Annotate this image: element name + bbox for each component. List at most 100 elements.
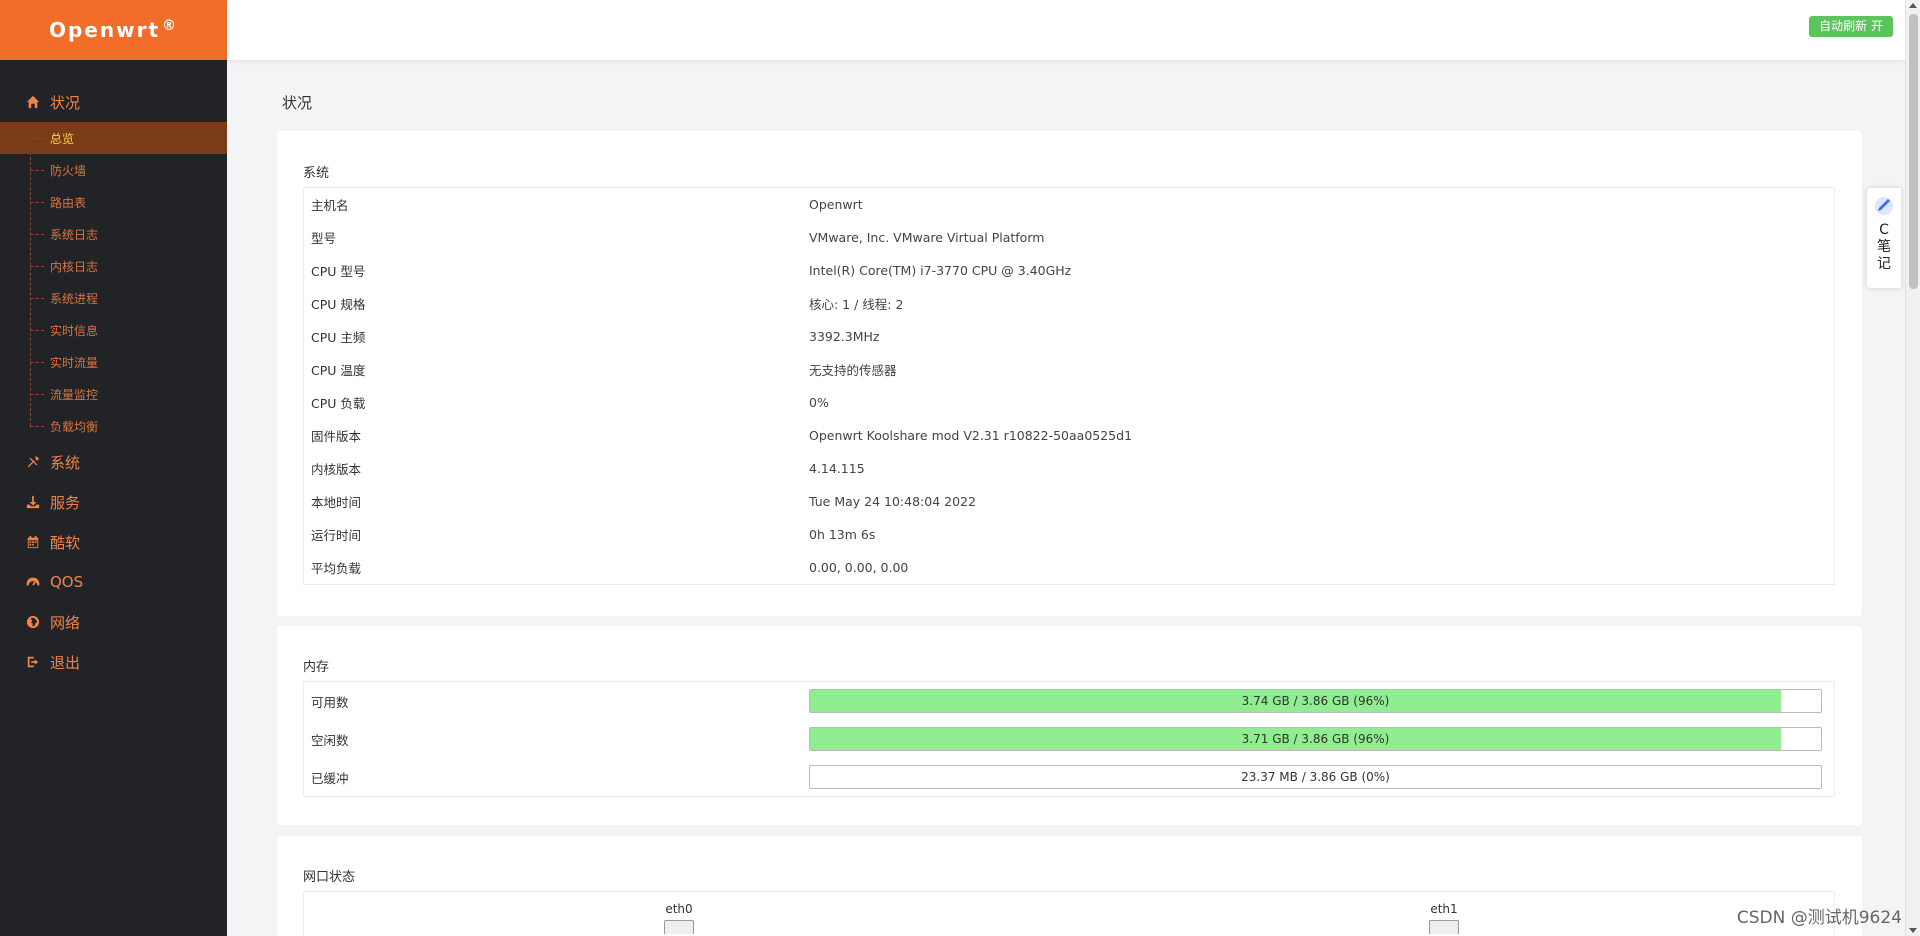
row-value: 0h 13m 6s	[809, 527, 876, 542]
memory-buffered-bar: 23.37 MB / 3.86 GB (0%)	[809, 765, 1822, 789]
network-title: 网口状态	[303, 870, 356, 885]
brand-mark: ®	[162, 18, 179, 34]
sub-item-firewall[interactable]: 防火墙	[0, 154, 227, 186]
row-value: 无支持的传感器	[809, 363, 897, 378]
menu-item-network[interactable]: 网络	[0, 602, 227, 642]
scrollbar-thumb[interactable]	[1909, 14, 1918, 289]
tools-icon	[25, 454, 41, 470]
row-key: CPU 型号	[311, 264, 366, 279]
port-label: eth0	[665, 902, 693, 916]
row-value: Openwrt Koolshare mod V2.31 r10822-50aa0…	[809, 428, 1133, 443]
row-key: CPU 规格	[311, 297, 366, 312]
row-value: 核心: 1 / 线程: 2	[809, 297, 904, 312]
home-icon	[25, 94, 41, 110]
sub-item-realtime-traffic[interactable]: 实时流量	[0, 346, 227, 378]
sub-item-syslog[interactable]: 系统日志	[0, 218, 227, 250]
auto-refresh-toggle[interactable]: 自动刷新 开	[1809, 16, 1893, 37]
table-row: 可用数 3.74 GB / 3.86 GB (96%)	[304, 682, 1834, 720]
page-title: 状况	[282, 94, 313, 112]
calendar-icon	[25, 534, 41, 550]
brand-logo[interactable]: Openwrt ®	[0, 0, 227, 60]
row-key: 型号	[311, 231, 337, 246]
network-card: 网口状态 eth0 eth1	[277, 836, 1862, 936]
menu-item-qos[interactable]: QOS	[0, 562, 227, 602]
brand-name: Openwrt	[48, 18, 161, 42]
row-key: CPU 负载	[311, 396, 366, 411]
row-key: CPU 主频	[311, 330, 366, 345]
row-key: 空闲数	[311, 732, 349, 748]
system-title: 系统	[303, 166, 330, 181]
bar-text: 3.71 GB / 3.86 GB (96%)	[1241, 732, 1390, 746]
row-value: 4.14.115	[809, 461, 865, 476]
ethernet-port-icon	[664, 920, 694, 934]
table-row: CPU 温度 无支持的传感器	[304, 353, 1834, 386]
memory-title: 内存	[303, 660, 330, 675]
bar-text: 3.74 GB / 3.86 GB (96%)	[1241, 694, 1390, 708]
sub-item-kernel-log[interactable]: 内核日志	[0, 250, 227, 282]
menu-label: 退出	[50, 653, 81, 672]
scroll-up-icon[interactable]	[1909, 3, 1917, 8]
row-value: 0%	[809, 395, 829, 410]
memory-card: 内存 可用数 3.74 GB / 3.86 GB (96%) 空闲数 3.71 …	[277, 626, 1862, 825]
menu-item-status[interactable]: 状况	[0, 82, 227, 122]
memory-table: 可用数 3.74 GB / 3.86 GB (96%) 空闲数 3.71 GB …	[303, 681, 1835, 797]
sub-item-processes[interactable]: 系统进程	[0, 282, 227, 314]
row-value: Openwrt	[809, 197, 863, 212]
menu-label: 系统	[50, 453, 81, 472]
note-char: 记	[1877, 256, 1891, 272]
sub-item-load-balance[interactable]: 负载均衡	[0, 410, 227, 442]
row-key: 平均负载	[311, 561, 362, 576]
page-scrollbar[interactable]	[1905, 0, 1920, 936]
table-row: 已缓冲 23.37 MB / 3.86 GB (0%)	[304, 758, 1834, 796]
row-key: CPU 温度	[311, 363, 366, 378]
table-row: CPU 型号 Intel(R) Core(TM) i7-3770 CPU @ 3.…	[304, 254, 1834, 287]
network-table: eth0 eth1	[303, 891, 1835, 936]
memory-free-bar: 3.71 GB / 3.86 GB (96%)	[809, 727, 1822, 751]
memory-available-bar: 3.74 GB / 3.86 GB (96%)	[809, 689, 1822, 713]
sidebar: Openwrt ® 状况 总览 防火墙 路由表 系统日志 内核日志 系统进程 实时…	[0, 0, 227, 936]
sub-item-realtime-info[interactable]: 实时信息	[0, 314, 227, 346]
row-key: 主机名	[311, 198, 349, 213]
row-key: 本地时间	[311, 495, 362, 510]
scroll-down-icon[interactable]	[1909, 928, 1917, 933]
sub-item-routes[interactable]: 路由表	[0, 186, 227, 218]
menu-item-system[interactable]: 系统	[0, 442, 227, 482]
note-widget[interactable]: C 笔 记	[1867, 188, 1901, 288]
status-submenu: 总览 防火墙 路由表 系统日志 内核日志 系统进程 实时信息 实时流量 流量监控…	[0, 122, 227, 442]
main-menu: 状况 总览 防火墙 路由表 系统日志 内核日志 系统进程 实时信息 实时流量 流…	[0, 60, 227, 682]
row-value: 3392.3MHz	[809, 329, 880, 344]
menu-label: 服务	[50, 493, 81, 512]
bar-text: 23.37 MB / 3.86 GB (0%)	[1241, 770, 1390, 784]
watermark: CSDN @测试机9624	[1736, 908, 1902, 928]
table-row: 型号 VMware, Inc. VMware Virtual Platform	[304, 221, 1834, 254]
system-card: 系统 主机名 Openwrt 型号 VMware, Inc. VMware Virt…	[277, 131, 1862, 616]
menu-item-services[interactable]: 服务	[0, 482, 227, 522]
table-row: CPU 负载 0%	[304, 386, 1834, 419]
port-label: eth1	[1430, 902, 1458, 916]
table-row: 空闲数 3.71 GB / 3.86 GB (96%)	[304, 720, 1834, 758]
menu-label: QOS	[50, 573, 84, 591]
table-row: 固件版本 Openwrt Koolshare mod V2.31 r10822-5…	[304, 419, 1834, 452]
menu-item-logout[interactable]: 退出	[0, 642, 227, 682]
sub-item-traffic-monitor[interactable]: 流量监控	[0, 378, 227, 410]
port-eth1[interactable]: eth1	[1429, 902, 1459, 934]
topbar: 自动刷新 开	[227, 0, 1905, 60]
menu-label: 酷软	[50, 533, 81, 552]
row-value: Tue May 24 10:48:04 2022	[809, 494, 976, 509]
table-row: 主机名 Openwrt	[304, 188, 1834, 221]
logout-icon	[25, 654, 41, 670]
table-row: 内核版本 4.14.115	[304, 452, 1834, 485]
row-value: Intel(R) Core(TM) i7-3770 CPU @ 3.40GHz	[809, 263, 1072, 278]
table-row: 本地时间 Tue May 24 10:48:04 2022	[304, 485, 1834, 518]
gauge-icon	[25, 574, 41, 590]
menu-item-kool-soft[interactable]: 酷软	[0, 522, 227, 562]
row-value: VMware, Inc. VMware Virtual Platform	[809, 230, 1045, 245]
sub-item-overview[interactable]: 总览	[0, 122, 227, 154]
row-key: 可用数	[311, 694, 349, 710]
download-icon	[25, 494, 41, 510]
port-eth0[interactable]: eth0	[664, 902, 694, 934]
row-key: 内核版本	[311, 462, 362, 477]
system-table: 主机名 Openwrt 型号 VMware, Inc. VMware Virtual…	[303, 187, 1835, 585]
note-icon	[1875, 197, 1893, 215]
table-row: CPU 主频 3392.3MHz	[304, 320, 1834, 353]
